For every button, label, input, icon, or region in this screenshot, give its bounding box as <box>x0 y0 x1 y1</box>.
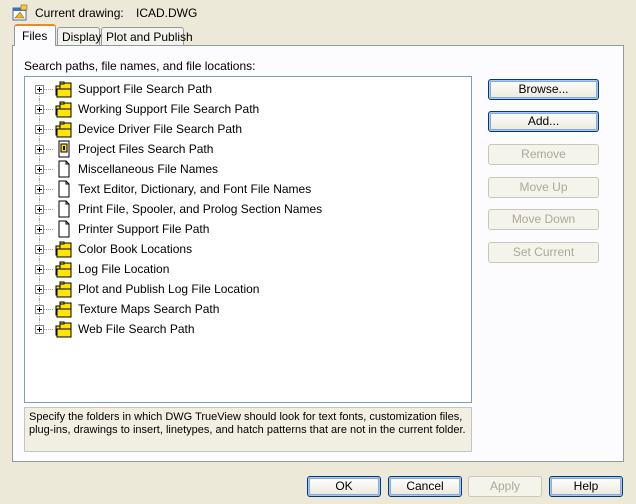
tree-item[interactable]: Color Book Locations <box>25 239 471 259</box>
remove-button[interactable]: Remove <box>488 144 599 165</box>
tree-connector-line <box>43 269 53 270</box>
expand-plus-icon[interactable] <box>35 225 44 234</box>
document-icon <box>58 160 70 178</box>
expand-plus-icon[interactable] <box>35 285 44 294</box>
folders-icon <box>55 301 72 318</box>
help-button[interactable]: Help <box>549 476 623 497</box>
document-icon <box>58 180 70 198</box>
tree-item-label: Printer Support File Path <box>78 222 210 236</box>
tab-display[interactable]: Display <box>57 27 101 45</box>
search-paths-tree[interactable]: Support File Search Path Working Support … <box>24 76 472 403</box>
move-down-button[interactable]: Move Down <box>488 209 599 230</box>
tree-item[interactable]: Plot and Publish Log File Location <box>25 279 471 299</box>
current-drawing-label: Current drawing: <box>35 6 124 20</box>
folders-icon <box>55 321 72 338</box>
expand-plus-icon[interactable] <box>35 185 44 194</box>
tree-item-label: Miscellaneous File Names <box>78 162 219 176</box>
tab-files[interactable]: Files <box>14 24 56 46</box>
expand-plus-icon[interactable] <box>35 105 44 114</box>
expand-plus-icon[interactable] <box>35 165 44 174</box>
expand-plus-icon[interactable] <box>35 305 44 314</box>
tree-item-label: Print File, Spooler, and Prolog Section … <box>78 202 323 216</box>
document-icon <box>58 220 70 238</box>
folders-icon <box>55 241 72 258</box>
tree-item[interactable]: Print File, Spooler, and Prolog Section … <box>25 199 471 219</box>
tree-item[interactable]: Device Driver File Search Path <box>25 119 471 139</box>
move-up-button[interactable]: Move Up <box>488 177 599 198</box>
tree-caption: Search paths, file names, and file locat… <box>24 59 256 73</box>
tree-connector-line <box>43 149 53 150</box>
tree-connector-line <box>43 129 53 130</box>
tree-item-label: Text Editor, Dictionary, and Font File N… <box>78 182 312 196</box>
tree-item-label: Project Files Search Path <box>78 142 214 156</box>
tab-plot-and-publish[interactable]: Plot and Publish <box>101 27 193 45</box>
folders-icon <box>55 121 72 138</box>
tree-item-label: Texture Maps Search Path <box>78 302 220 316</box>
tree-item[interactable]: Text Editor, Dictionary, and Font File N… <box>25 179 471 199</box>
folders-icon <box>55 81 72 98</box>
tree-connector-line <box>43 109 53 110</box>
tree-connector-line <box>43 209 53 210</box>
browse-button[interactable]: Browse... <box>488 79 599 100</box>
tree-connector-line <box>43 189 53 190</box>
tree-item-label: Support File Search Path <box>78 82 213 96</box>
expand-plus-icon[interactable] <box>35 145 44 154</box>
description-box: Specify the folders in which DWG TrueVie… <box>24 407 472 452</box>
tree-item[interactable]: Log File Location <box>25 259 471 279</box>
current-drawing-value: ICAD.DWG <box>136 6 198 20</box>
document-icon <box>58 200 70 218</box>
expand-plus-icon[interactable] <box>35 85 44 94</box>
tree-item[interactable]: Working Support File Search Path <box>25 99 471 119</box>
tree-item-label: Plot and Publish Log File Location <box>78 282 260 296</box>
tree-item[interactable]: Web File Search Path <box>25 319 471 339</box>
apply-button[interactable]: Apply <box>468 476 542 497</box>
project-file-icon <box>58 140 70 158</box>
tree-item-label: Color Book Locations <box>78 242 193 256</box>
drawing-icon <box>12 4 28 21</box>
folders-icon <box>55 281 72 298</box>
tree-item-label: Working Support File Search Path <box>78 102 260 116</box>
tree-item-label: Device Driver File Search Path <box>78 122 243 136</box>
tree-connector-line <box>43 309 53 310</box>
expand-plus-icon[interactable] <box>35 265 44 274</box>
tree-connector-line <box>43 89 53 90</box>
folders-icon <box>55 101 72 118</box>
tree-connector-line <box>43 169 53 170</box>
tree-item[interactable]: Texture Maps Search Path <box>25 299 471 319</box>
set-current-button[interactable]: Set Current <box>488 242 599 263</box>
ok-button[interactable]: OK <box>307 476 381 497</box>
expand-plus-icon[interactable] <box>35 325 44 334</box>
tree-item-label: Log File Location <box>78 262 170 276</box>
expand-plus-icon[interactable] <box>35 125 44 134</box>
expand-plus-icon[interactable] <box>35 245 44 254</box>
tree-item[interactable]: Project Files Search Path <box>25 139 471 159</box>
cancel-button[interactable]: Cancel <box>388 476 462 497</box>
tree-connector-line <box>43 329 53 330</box>
folders-icon <box>55 261 72 278</box>
expand-plus-icon[interactable] <box>35 205 44 214</box>
tree-item[interactable]: Miscellaneous File Names <box>25 159 471 179</box>
tree-connector-line <box>43 289 53 290</box>
tree-connector-line <box>43 229 53 230</box>
tree-item[interactable]: Printer Support File Path <box>25 219 471 239</box>
add-button[interactable]: Add... <box>488 111 599 132</box>
tree-item[interactable]: Support File Search Path <box>25 79 471 99</box>
tree-connector-line <box>43 249 53 250</box>
tree-item-label: Web File Search Path <box>78 322 195 336</box>
